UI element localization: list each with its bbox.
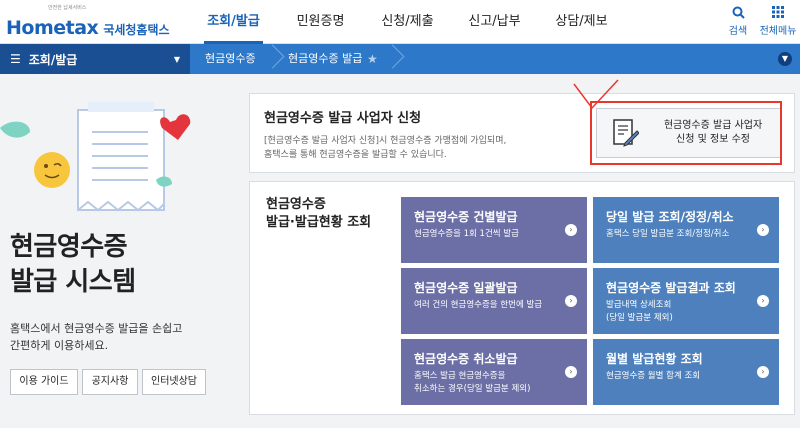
registration-title: 현금영수증 발급 사업자 신청 — [264, 111, 422, 126]
nav-application-submission[interactable]: 신청/제출 — [364, 0, 451, 44]
tile-title: 현금영수증 건별발급 — [414, 210, 518, 224]
breadcrumb-menu-label: 조회/발급 — [28, 52, 78, 67]
business-registration-panel: 현금영수증 발급 사업자 신청 [현금영수증 발급 사업자 신청]시 현금영수증… — [249, 93, 795, 173]
inquiry-title-line-2: 발급·발급현황 조회 — [266, 215, 372, 230]
issuance-inquiry-panel: 현금영수증 발급·발급현황 조회 현금영수증 건별발급 현금영수증을 1회 1건… — [249, 181, 795, 415]
tile-subtitle-line-2: 취소하는 경우(당일 발급분 제외) — [414, 384, 531, 394]
tile-monthly-status[interactable]: 월별 발급현황 조회 현금영수증 월별 합계 조회 › — [593, 339, 779, 405]
nav-inquiry-issuance[interactable]: 조회/발급 — [190, 0, 277, 44]
tile-title: 현금영수증 발급결과 조회 — [606, 281, 736, 295]
page-description-line-1: 홈택스에서 현금영수증 발급을 손쉽고 — [10, 322, 183, 335]
page-description: 홈택스에서 현금영수증 발급을 손쉽고 간편하게 이용하세요. — [10, 320, 182, 354]
tile-subtitle: 현금영수증을 1회 1건씩 발급 — [414, 229, 519, 239]
chevron-right-icon: › — [565, 295, 577, 307]
chevron-right-icon: › — [565, 366, 577, 378]
search-label: 검색 — [728, 26, 748, 37]
search-icon — [726, 6, 750, 22]
notice-button[interactable]: 공지사항 — [82, 369, 138, 395]
breadcrumb-separator — [264, 44, 278, 74]
top-header: 안전한 납세서비스 Hometax 국세청홈택스 조회/발급 민원증명 신청/제… — [0, 0, 800, 44]
breadcrumb-separator — [384, 44, 398, 74]
registration-description-line-1: [현금영수증 발급 사업자 신청]시 현금영수증 가맹점에 가입되며, — [264, 136, 507, 146]
business-registration-label-line-1: 현금영수증 발급 사업자 — [663, 120, 763, 131]
chevron-right-icon: › — [757, 224, 769, 236]
main-navigation: 조회/발급 민원증명 신청/제출 신고/납부 상담/제보 — [190, 0, 625, 44]
hamburger-icon: ☰ — [10, 52, 21, 66]
tile-bulk-issuance[interactable]: 현금영수증 일괄발급 여러 건의 현금영수증을 한번에 발급 › — [401, 268, 587, 334]
tile-cancel-issuance[interactable]: 현금영수증 취소발급 홈택스 발급 현금영수증을 취소하는 경우(당일 발급분 … — [401, 339, 587, 405]
all-menu-label: 전체메뉴 — [759, 26, 797, 37]
logo-wordmark: Hometax — [6, 17, 99, 39]
smiley-face-icon — [34, 152, 70, 188]
page-title-line-2: 발급 시스템 — [10, 267, 136, 297]
user-guide-button[interactable]: 이용 가이드 — [10, 369, 78, 395]
tile-same-day-inquiry[interactable]: 당일 발급 조회/정정/취소 홈택스 당일 발급분 조회/정정/취소 › — [593, 197, 779, 263]
tile-subtitle: 발급내역 상세조회 (당일 발급분 제외) — [606, 299, 779, 325]
tile-subtitle-line-2: (당일 발급분 제외) — [606, 313, 673, 323]
tile-title: 현금영수증 취소발급 — [414, 352, 518, 366]
grid-menu-icon — [758, 6, 798, 22]
document-edit-icon — [613, 119, 639, 147]
chevron-right-icon: › — [757, 295, 769, 307]
business-registration-button[interactable]: 현금영수증 발급 사업자 신청 및 정보 수정 — [596, 108, 781, 158]
tile-title: 월별 발급현황 조회 — [606, 352, 703, 366]
breadcrumb-item-cash-receipt-issuance[interactable]: 현금영수증 발급 — [288, 44, 362, 74]
nav-consulting-reporting[interactable]: 상담/제보 — [538, 0, 625, 44]
registration-description: [현금영수증 발급 사업자 신청]시 현금영수증 가맹점에 가입되며, 홈택스를… — [264, 134, 506, 162]
nav-filing-payment[interactable]: 신고/납부 — [451, 0, 538, 44]
receipt-illustration — [0, 102, 191, 212]
breadcrumb-menu-dropdown[interactable]: ☰ 조회/발급 ▼ — [0, 44, 190, 74]
chevron-right-icon: › — [565, 224, 577, 236]
tile-single-issuance[interactable]: 현금영수증 건별발급 현금영수증을 1회 1건씩 발급 › — [401, 197, 587, 263]
favorite-star-icon[interactable]: ★ — [367, 52, 378, 66]
chevron-right-icon: › — [757, 366, 769, 378]
tile-issuance-result-inquiry[interactable]: 현금영수증 발급결과 조회 발급내역 상세조회 (당일 발급분 제외) › — [593, 268, 779, 334]
tile-subtitle: 홈택스 발급 현금영수증을 취소하는 경우(당일 발급분 제외) — [414, 370, 587, 396]
receipt-top — [88, 102, 154, 112]
leaf-shape — [0, 121, 30, 138]
search-button[interactable]: 검색 — [726, 6, 750, 37]
tile-title: 현금영수증 일괄발급 — [414, 281, 518, 295]
hometax-logo[interactable]: 안전한 납세서비스 Hometax 국세청홈택스 — [6, 5, 170, 39]
page-title-line-1: 현금영수증 — [10, 232, 128, 262]
nav-civil-certificates[interactable]: 민원증명 — [277, 0, 364, 44]
inquiry-title: 현금영수증 발급·발급현황 조회 — [266, 196, 371, 232]
tile-subtitle-line-1: 홈택스 발급 현금영수증을 — [414, 371, 506, 381]
tile-subtitle-line-1: 발급내역 상세조회 — [606, 300, 672, 310]
registration-description-line-2: 홈택스를 통해 현금영수증을 발급할 수 있습니다. — [264, 150, 447, 160]
breadcrumb-item-cash-receipt[interactable]: 현금영수증 — [205, 44, 256, 74]
tile-subtitle: 홈택스 당일 발급분 조회/정정/취소 — [606, 229, 730, 239]
tile-subtitle: 여러 건의 현금영수증을 한번에 발급 — [414, 300, 543, 310]
logo-tagline: 안전한 납세서비스 — [48, 5, 87, 11]
online-consulting-button[interactable]: 인터넷상담 — [142, 369, 206, 395]
receipt-paper — [77, 109, 165, 211]
business-registration-label-line-2: 신청 및 정보 수정 — [676, 134, 750, 145]
business-registration-label: 현금영수증 발급 사업자 신청 및 정보 수정 — [649, 119, 777, 147]
chevron-down-icon[interactable]: ▼ — [778, 52, 792, 66]
breadcrumb: ☰ 조회/발급 ▼ 현금영수증 현금영수증 발급 ★ ▼ — [0, 44, 800, 74]
tile-title: 당일 발급 조회/정정/취소 — [606, 210, 734, 224]
page-description-line-2: 간편하게 이용하세요. — [10, 339, 109, 352]
inquiry-title-line-1: 현금영수증 — [266, 197, 326, 212]
page-title: 현금영수증 발급 시스템 — [10, 230, 136, 300]
tile-subtitle: 현금영수증 월별 합계 조회 — [606, 371, 701, 381]
caret-down-icon: ▼ — [173, 54, 180, 64]
all-menu-button[interactable]: 전체메뉴 — [758, 6, 798, 37]
logo-korean-name: 국세청홈택스 — [103, 23, 170, 37]
